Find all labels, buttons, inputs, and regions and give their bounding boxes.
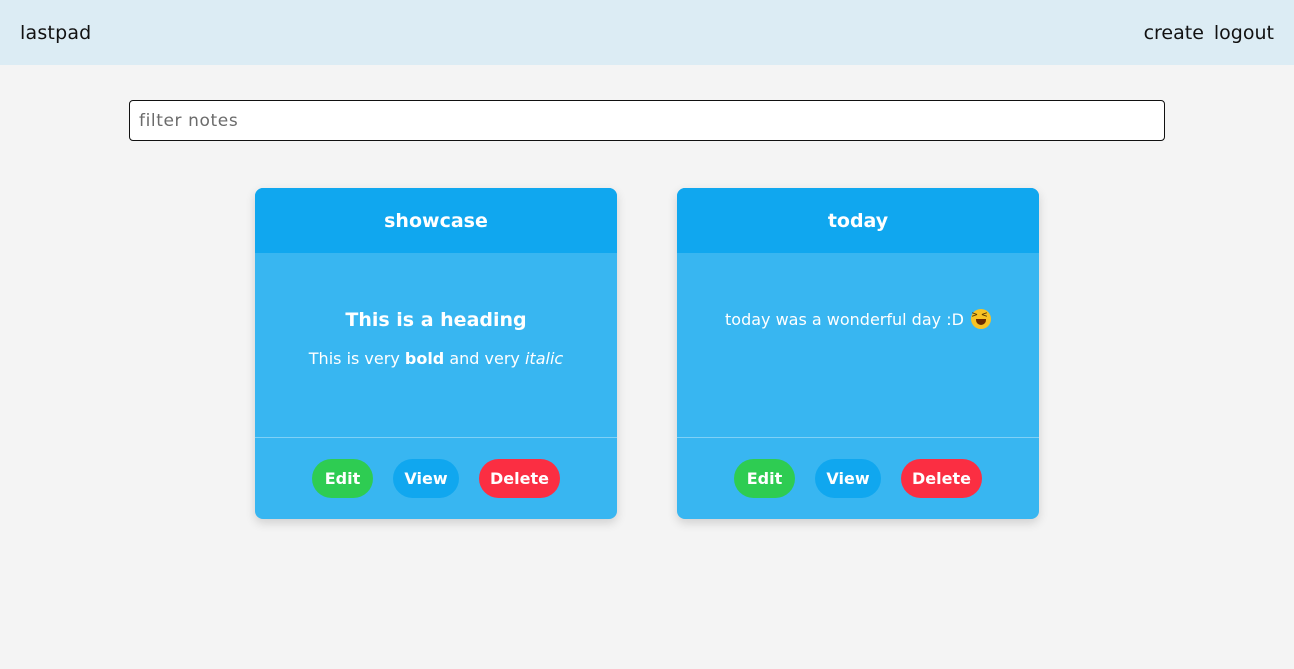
top-navbar: lastpad create logout xyxy=(0,0,1294,65)
create-link[interactable]: create xyxy=(1144,22,1204,44)
note-actions: Edit View Delete xyxy=(255,438,617,518)
delete-button[interactable]: Delete xyxy=(479,458,560,498)
laughing-face-icon xyxy=(971,309,991,329)
brand-link[interactable]: lastpad xyxy=(20,22,91,44)
note-paragraph: This is very bold and very italic xyxy=(255,349,617,368)
note-card-showcase: showcase This is a heading This is very … xyxy=(255,188,617,519)
note-bold-text: bold xyxy=(404,349,445,368)
note-text: This is very xyxy=(308,349,405,368)
note-text: today was a wonderful day :D xyxy=(725,310,964,329)
filter-container xyxy=(129,100,1165,141)
logout-link[interactable]: logout xyxy=(1214,22,1274,44)
note-title: showcase xyxy=(255,188,617,253)
note-actions: Edit View Delete xyxy=(677,438,1039,518)
filter-notes-input[interactable] xyxy=(129,100,1165,141)
edit-button[interactable]: Edit xyxy=(312,458,373,498)
edit-button[interactable]: Edit xyxy=(734,458,795,498)
view-button[interactable]: View xyxy=(815,458,881,498)
delete-button[interactable]: Delete xyxy=(901,458,982,498)
note-text: and very xyxy=(444,349,525,368)
note-card-today: today today was a wonderful day :D Edit … xyxy=(677,188,1039,519)
note-paragraph: today was a wonderful day :D xyxy=(677,309,1039,329)
note-heading: This is a heading xyxy=(345,309,527,331)
note-italic-text: italic xyxy=(524,349,564,368)
view-button[interactable]: View xyxy=(393,458,459,498)
note-content: today was a wonderful day :D xyxy=(677,253,1039,438)
top-nav: create logout xyxy=(1144,22,1274,44)
note-content: This is a heading This is very bold and … xyxy=(255,253,617,438)
note-title: today xyxy=(677,188,1039,253)
